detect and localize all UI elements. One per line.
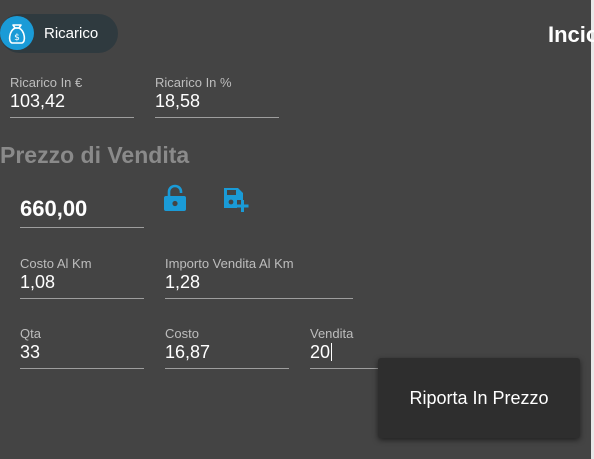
costo-label: Costo <box>165 326 199 341</box>
prezzo-vendita-value: 660,00 <box>20 196 88 221</box>
costo-value: 16,87 <box>165 342 211 362</box>
text-cursor <box>331 343 333 361</box>
qta-underline <box>20 368 144 369</box>
vendita-label: Vendita <box>310 326 354 341</box>
ricarico-percent-label: Ricarico In % <box>155 75 232 90</box>
vendita-value: 20 <box>310 342 331 362</box>
qta-field[interactable]: Qta 33 <box>20 326 144 369</box>
ricarico-euro-underline <box>10 117 134 118</box>
prezzo-vendita-input[interactable]: 660,00 <box>20 196 144 228</box>
section-title: Prezzo di Vendita <box>0 142 190 168</box>
ricarico-euro-value: 103,42 <box>10 91 66 111</box>
costo-al-km-underline <box>20 298 144 299</box>
ricarico-chip[interactable]: $ Ricarico <box>0 14 118 53</box>
costo-al-km-value: 1,08 <box>20 272 56 292</box>
ricarico-percent-value: 18,58 <box>155 91 201 111</box>
importo-vendita-al-km-value: 1,28 <box>165 272 201 292</box>
importo-vendita-al-km-field[interactable]: Importo Vendita Al Km 1,28 <box>165 256 353 299</box>
riporta-in-prezzo-button[interactable]: Riporta In Prezzo <box>378 358 580 438</box>
page-title: Incio <box>548 22 594 47</box>
costo-al-km-field[interactable]: Costo Al Km 1,08 <box>20 256 144 299</box>
qta-value: 33 <box>20 342 41 362</box>
qta-label: Qta <box>20 326 41 341</box>
importo-vendita-al-km-underline <box>165 298 353 299</box>
ricarico-percent-underline <box>155 117 279 118</box>
save-add-icon[interactable] <box>222 186 249 214</box>
svg-text:$: $ <box>14 33 20 43</box>
prezzo-vendita-underline <box>20 227 144 228</box>
money-bag-icon: $ <box>0 16 34 50</box>
costo-underline <box>165 368 289 369</box>
importo-vendita-al-km-label: Importo Vendita Al Km <box>165 256 294 271</box>
chip-label: Ricarico <box>44 25 99 42</box>
ricarico-euro-label: Ricarico In € <box>10 75 83 90</box>
costo-field[interactable]: Costo 16,87 <box>165 326 289 369</box>
ricarico-euro-field[interactable]: Ricarico In € 103,42 <box>10 75 134 118</box>
costo-al-km-label: Costo Al Km <box>20 256 92 271</box>
ricarico-percent-field[interactable]: Ricarico In % 18,58 <box>155 75 279 118</box>
lock-open-icon[interactable] <box>163 184 189 212</box>
